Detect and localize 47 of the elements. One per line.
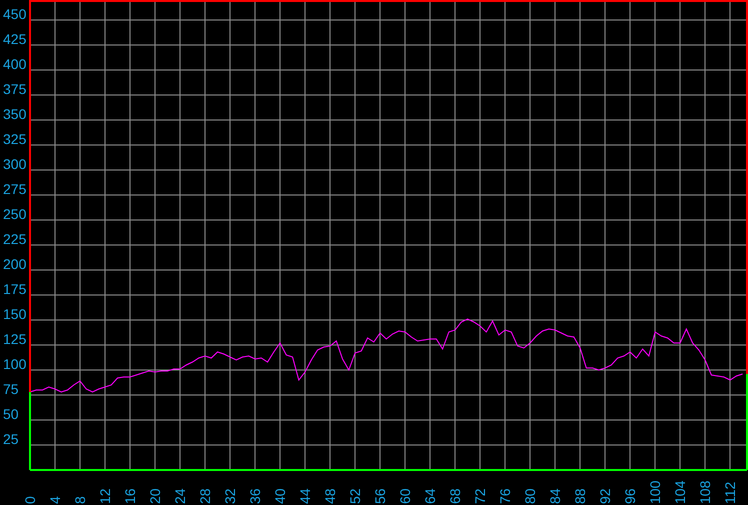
x-tick-label: 88: [572, 488, 588, 504]
y-tick-label: 125: [3, 331, 26, 347]
y-tick-label: 75: [3, 381, 19, 397]
x-tick-label: 80: [522, 488, 538, 504]
y-tick-label: 25: [3, 431, 19, 447]
y-tick-label: 325: [3, 131, 26, 147]
y-tick-label: 350: [3, 106, 26, 122]
y-tick-label: 200: [3, 256, 26, 272]
y-tick-label: 400: [3, 56, 26, 72]
x-tick-label: 12: [97, 488, 114, 504]
x-tick-label: 76: [497, 488, 514, 504]
x-tick-label: 28: [197, 488, 214, 504]
x-tick-label: 96: [622, 488, 638, 504]
x-tick-label: 36: [247, 488, 264, 504]
y-tick-label: 275: [3, 181, 26, 197]
x-tick-label: 8: [72, 496, 88, 504]
x-tick-label: 20: [147, 488, 164, 504]
y-tick-label: 375: [3, 81, 26, 97]
x-tick-label: 44: [297, 488, 314, 504]
x-tick-label: 32: [222, 488, 238, 504]
y-tick-label: 425: [3, 31, 26, 47]
x-tick-label: 0: [22, 496, 38, 504]
x-tick-label: 104: [672, 480, 688, 504]
x-tick-label: 100: [647, 480, 664, 504]
x-tick-label: 84: [547, 488, 564, 504]
y-tick-label: 50: [3, 406, 19, 422]
x-tick-label: 56: [372, 488, 388, 504]
x-tick-label: 60: [397, 488, 414, 504]
y-tick-label: 225: [3, 231, 26, 247]
x-tick-label: 48: [322, 488, 338, 504]
x-tick-label: 108: [697, 480, 714, 504]
x-tick-label: 64: [422, 488, 438, 504]
y-tick-label: 300: [3, 156, 26, 172]
y-tick-label: 100: [3, 356, 26, 372]
x-tick-label: 112: [722, 482, 738, 504]
x-tick-label: 52: [347, 488, 364, 504]
y-tick-label: 175: [3, 281, 26, 297]
x-tick-label: 16: [122, 488, 138, 504]
x-tick-label: 24: [172, 488, 188, 504]
y-tick-label: 250: [3, 206, 26, 222]
x-tick-label: 4: [47, 496, 63, 504]
x-tick-label: 92: [597, 488, 614, 504]
y-tick-label: 450: [3, 6, 26, 22]
x-tick-label: 68: [447, 488, 464, 504]
y-tick-label: 150: [3, 306, 26, 322]
x-tick-label: 72: [472, 488, 488, 504]
x-tick-label: 40: [272, 488, 288, 504]
